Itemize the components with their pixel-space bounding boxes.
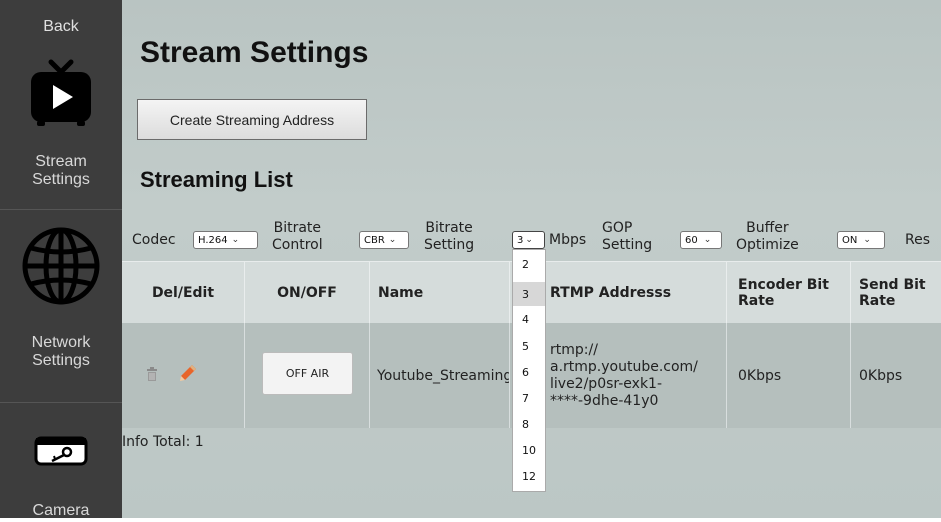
sidebar-divider	[0, 402, 122, 403]
bitrate-setting-select[interactable]: 3 ⌄	[512, 231, 545, 249]
sidebar-item-label: Stream	[35, 153, 87, 170]
gop-setting-label: GOP Setting	[602, 220, 652, 254]
dropdown-option[interactable]: 2	[513, 252, 545, 276]
gop-label-line: GOP	[602, 220, 633, 236]
bitrate-control-label-line: Bitrate	[273, 220, 322, 236]
chevron-down-icon: ⌄	[703, 235, 712, 245]
sidebar-item-label: Camera	[32, 502, 90, 519]
bitrate-setting-dropdown: 2 3 4 5 6 7 8 10 12	[512, 249, 546, 492]
dropdown-option[interactable]: 6	[513, 360, 545, 384]
bitrate-control-select-value: CBR	[364, 234, 385, 246]
dropdown-option[interactable]: 5	[513, 334, 545, 358]
rtmp-line: rtmp://	[550, 341, 598, 358]
dropdown-option-selected[interactable]: 3	[513, 282, 545, 306]
buffer-optimize-label: Buffer Optimize	[736, 220, 799, 254]
resolution-label: Res	[905, 232, 931, 248]
buffer-label-line: Buffer	[746, 220, 789, 236]
sidebar-item-label: Settings	[32, 352, 90, 369]
pencil-icon[interactable]	[179, 364, 197, 386]
bitrate-setting-label: Bitrate Setting	[424, 220, 474, 254]
trash-icon[interactable]	[146, 367, 158, 386]
sidebar-item-camera[interactable]: Camera	[0, 502, 122, 522]
bitrate-control-select[interactable]: CBR ⌄	[359, 231, 409, 249]
sidebar-item-label: Network	[31, 334, 91, 351]
dropdown-option[interactable]: 4	[513, 307, 545, 331]
sidebar-item-stream-settings[interactable]: Stream Settings	[0, 153, 122, 197]
rtmp-line: ****-9dhe-41y0	[550, 392, 659, 409]
header-send-bit-rate: Send Bit Rate	[851, 262, 941, 324]
dropdown-option[interactable]: 12	[513, 464, 545, 488]
key-icon	[0, 436, 122, 466]
header-name: Name	[370, 262, 510, 324]
sidebar-item-label: Settings	[32, 171, 90, 188]
header-encoder-bit-rate: Encoder Bit Rate	[727, 262, 851, 324]
tv-play-icon	[0, 58, 122, 128]
off-air-button[interactable]: OFF AIR	[262, 352, 353, 395]
rtmp-line: a.rtmp.youtube.com/	[550, 358, 698, 375]
bitrate-setting-select-value: 3	[517, 234, 524, 246]
chevron-down-icon: ⌄	[863, 235, 871, 245]
header-encoder-line: Encoder Bit	[738, 277, 829, 293]
header-del-edit: Del/Edit	[122, 262, 245, 324]
mbps-label: Mbps	[549, 232, 587, 248]
sidebar: Back Stream Settings Network Settings Ca…	[0, 0, 122, 519]
gop-setting-select[interactable]: 60 ⌄	[680, 231, 722, 249]
header-on-off: ON/OFF	[245, 262, 370, 324]
header-encoder-line: Rate	[738, 293, 775, 309]
buffer-label-line: Optimize	[736, 237, 799, 253]
bitrate-setting-label-line: Setting	[424, 237, 475, 253]
bitrate-setting-label-line: Bitrate	[425, 220, 473, 236]
del-edit-cell	[122, 323, 245, 428]
bitrate-control-label-line: Control	[272, 237, 323, 253]
send-rate-cell: 0Kbps	[859, 367, 903, 384]
codec-select[interactable]: H.264 ⌄	[193, 231, 258, 249]
gop-select-value: 60	[685, 234, 698, 246]
bitrate-control-label: Bitrate Control	[272, 220, 323, 254]
dropdown-option[interactable]: 10	[513, 438, 545, 462]
chevron-down-icon: ⌄	[231, 235, 240, 245]
dropdown-option[interactable]: 7	[513, 386, 545, 410]
header-send-line: Send Bit	[859, 277, 926, 293]
rtmp-line: live2/p0sr-exk1-	[550, 375, 663, 392]
dropdown-option[interactable]: 8	[513, 412, 545, 436]
create-streaming-address-button[interactable]: Create Streaming Address	[137, 99, 367, 140]
globe-icon	[0, 226, 122, 306]
buffer-optimize-select[interactable]: ON ⌄	[837, 231, 885, 249]
codec-select-value: H.264	[198, 234, 228, 246]
name-cell: Youtube_Streaming	[370, 323, 510, 428]
chevron-down-icon: ⌄	[525, 235, 533, 245]
header-send-line: Rate	[859, 293, 896, 309]
back-button[interactable]: Back	[0, 18, 122, 36]
info-total: Info Total: 1	[122, 434, 204, 450]
codec-label: Codec	[132, 232, 176, 248]
on-off-cell: OFF AIR	[245, 323, 370, 428]
gop-label-line: Setting	[602, 237, 653, 253]
chevron-down-icon: ⌄	[388, 235, 397, 245]
sidebar-item-network-settings[interactable]: Network Settings	[0, 334, 122, 378]
sidebar-divider	[0, 209, 122, 210]
page-title: Stream Settings	[140, 36, 369, 69]
encoder-rate-cell: 0Kbps	[727, 323, 851, 428]
streaming-list-title: Streaming List	[140, 167, 293, 192]
buffer-select-value: ON	[842, 234, 858, 246]
